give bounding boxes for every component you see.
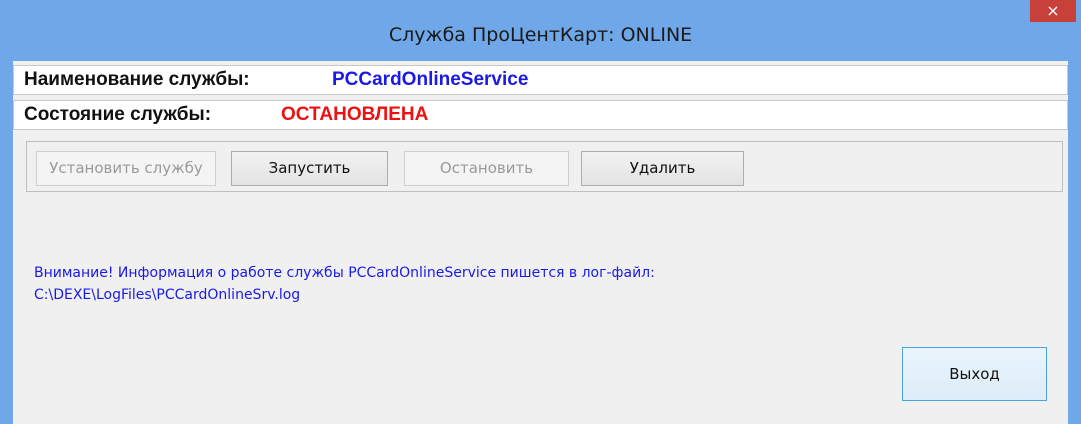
start-service-button[interactable]: Запустить xyxy=(231,151,388,186)
service-name-row: Наименование службы: PCCardOnlineService xyxy=(13,65,1068,95)
close-button[interactable]: × xyxy=(1030,0,1076,22)
service-status-row: Состояние службы: ОСТАНОВЛЕНА xyxy=(13,100,1068,130)
log-info-line1: Внимание! Информация о работе службы PCC… xyxy=(34,265,655,281)
service-status-value: ОСТАНОВЛЕНА xyxy=(281,104,429,125)
service-name-value: PCCardOnlineService xyxy=(332,69,529,90)
log-info-text: Внимание! Информация о работе службы PCC… xyxy=(34,262,655,306)
service-actions-panel: Установить службу Запустить Остановить У… xyxy=(26,141,1063,192)
service-name-label: Наименование службы: xyxy=(24,69,250,90)
delete-service-button[interactable]: Удалить xyxy=(581,151,744,186)
close-icon: × xyxy=(1046,1,1060,20)
dialog-window: Служба ПроЦентКарт: ONLINE × Наименовани… xyxy=(0,0,1081,424)
log-file-path: C:\DEXE\LogFiles\PCCardOnlineSrv.log xyxy=(34,287,301,303)
install-service-button[interactable]: Установить службу xyxy=(36,151,216,186)
dialog-content: Наименование службы: PCCardOnlineService… xyxy=(13,61,1068,424)
window-title: Служба ПроЦентКарт: ONLINE xyxy=(388,24,693,46)
stop-service-button[interactable]: Остановить xyxy=(404,151,569,186)
exit-button[interactable]: Выход xyxy=(902,347,1047,401)
title-bar[interactable]: Служба ПроЦентКарт: ONLINE × xyxy=(0,0,1081,62)
service-status-label: Состояние службы: xyxy=(24,104,212,125)
